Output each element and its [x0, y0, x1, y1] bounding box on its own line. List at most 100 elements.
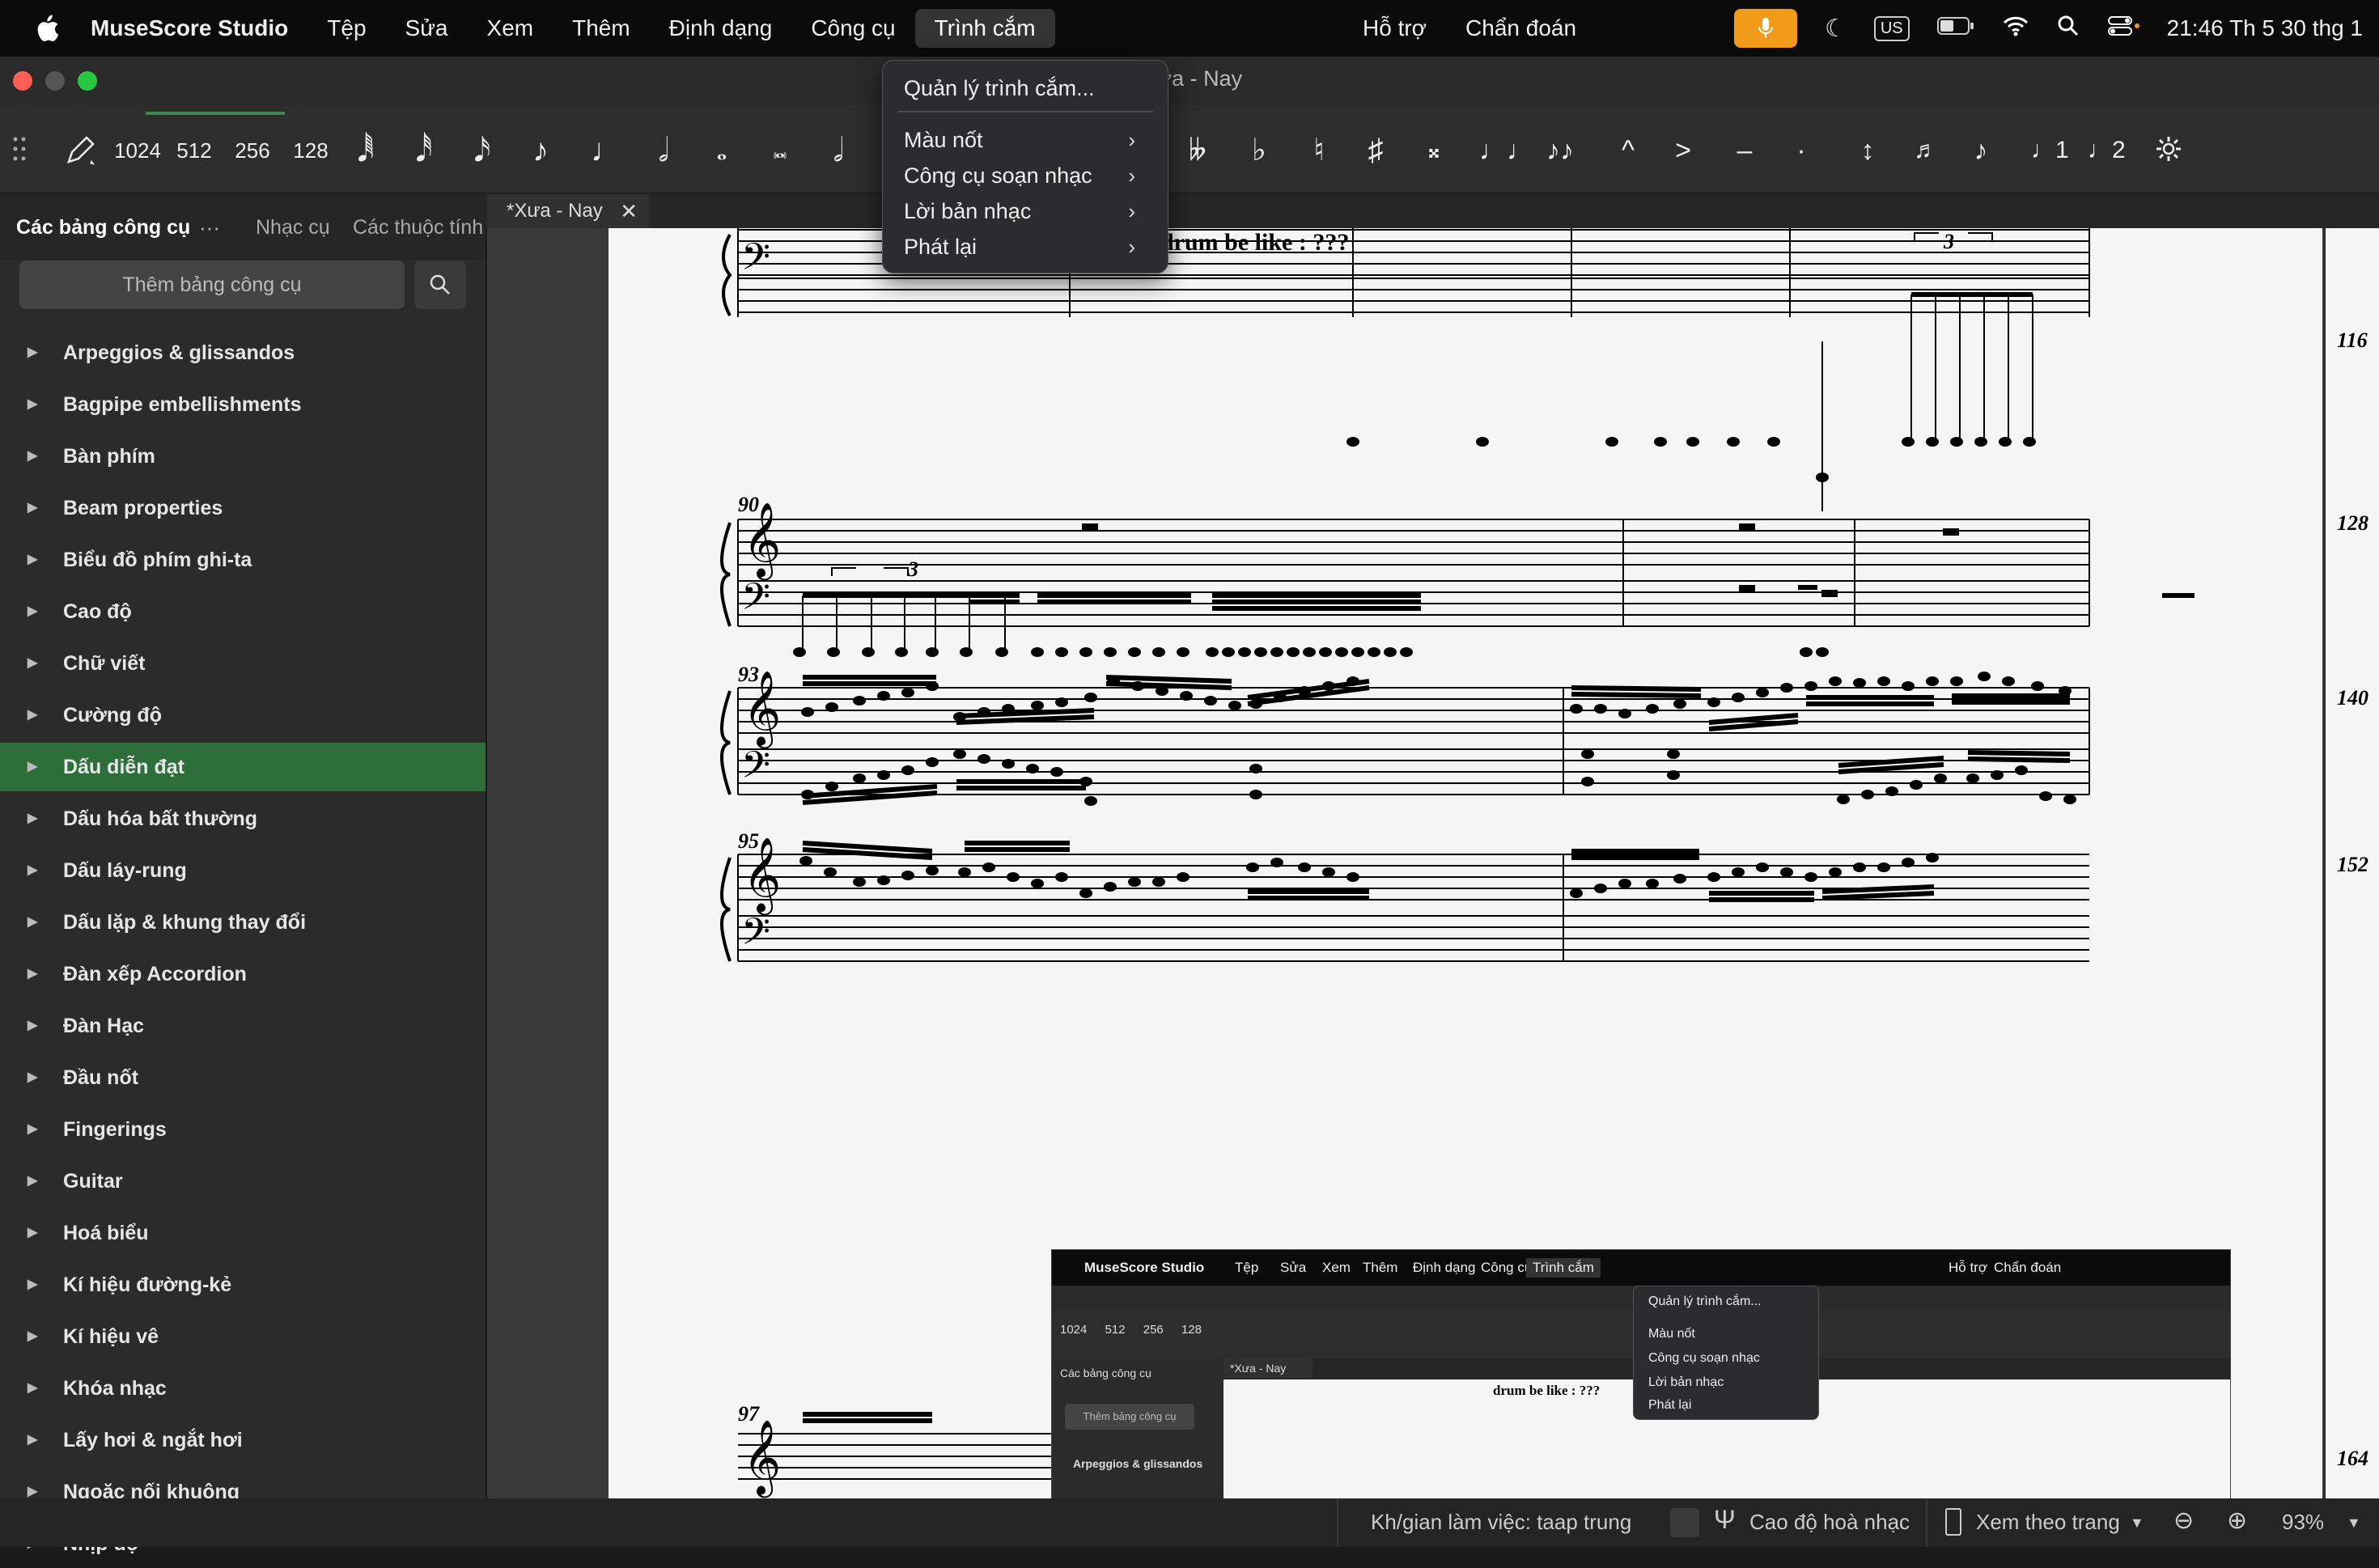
palette-item[interactable]: ▶ Đàn Hạc [0, 1002, 486, 1050]
palette-item[interactable]: ▶ Bàn phím [0, 432, 486, 481]
add-palette-button[interactable]: Thêm bảng công cụ [19, 261, 405, 309]
tab-instruments[interactable]: Nhạc cụ [256, 194, 333, 261]
palette-item[interactable]: ▶ Bagpipe embellishments [0, 380, 486, 429]
double-sharp-icon[interactable]: 𝄪 [1418, 134, 1450, 167]
palette-item[interactable]: ▶ Fingerings [0, 1105, 486, 1154]
expand-arrow-icon[interactable]: ▶ [28, 691, 37, 740]
menu-add[interactable]: Thêm [553, 9, 650, 48]
tab-document[interactable]: *Xưa - Nay ✕ [487, 194, 649, 228]
expand-arrow-icon[interactable]: ▶ [28, 639, 37, 688]
expand-arrow-icon[interactable]: ▶ [28, 587, 37, 636]
palette-item[interactable]: ▶ Biểu đồ phím ghi-ta [0, 536, 486, 584]
menu-help[interactable]: Hỗ trợ [1343, 9, 1446, 48]
double-flat-icon[interactable]: 𝄫 [1181, 134, 1214, 167]
duration-512-button[interactable]: 512 [173, 134, 215, 167]
control-center-icon[interactable] [2107, 15, 2139, 43]
expand-arrow-icon[interactable]: ▶ [28, 1261, 37, 1309]
quarter-note-icon[interactable]: ♩ [591, 134, 623, 167]
zoom-in-icon[interactable]: ⊕ [2227, 1507, 2247, 1535]
concert-pitch-label[interactable]: Cao độ hoà nhạc [1749, 1510, 1910, 1535]
flip-direction-icon[interactable]: ↕ [1851, 134, 1884, 167]
moon-icon[interactable]: ☾ [1825, 15, 1847, 43]
menu-file[interactable]: Tệp [307, 9, 385, 48]
palette-item[interactable]: ▶ Dấu diễn đạt [0, 743, 486, 791]
menu-view[interactable]: Xem [468, 9, 553, 48]
duration-128-button[interactable]: 128 [290, 134, 332, 167]
menu-app-name[interactable]: MuseScore Studio [71, 9, 307, 48]
expand-arrow-icon[interactable]: ▶ [28, 1364, 37, 1413]
view-mode-selector[interactable]: Xem theo trang [1976, 1510, 2120, 1535]
tenuto-icon[interactable]: – [1728, 134, 1761, 167]
whole-note-icon[interactable]: 𝅝 [706, 134, 738, 167]
expand-arrow-icon[interactable]: ▶ [28, 1157, 37, 1206]
palette-item[interactable]: ▶ Beam properties [0, 484, 486, 532]
eighth-note-icon[interactable]: ♪ [524, 134, 557, 167]
slur-icon[interactable]: ♪♪ [1534, 134, 1586, 167]
expand-arrow-icon[interactable]: ▶ [28, 1416, 37, 1464]
menu-item-note-color[interactable]: Màu nốt › [904, 124, 1155, 156]
tab-properties[interactable]: Các thuộc tính [353, 194, 484, 261]
palette-item[interactable]: ▶ Cường độ [0, 691, 486, 740]
palette-item[interactable]: ▶ Dấu hóa bất thường [0, 795, 486, 843]
palette-item[interactable]: ▶ Chữ viết [0, 639, 486, 688]
tie-icon[interactable]: ♩♩ [1479, 134, 1534, 167]
wifi-icon[interactable] [2002, 15, 2029, 42]
menu-item-lyrics[interactable]: Lời bản nhạc › [904, 195, 1155, 227]
expand-arrow-icon[interactable]: ▶ [28, 1105, 37, 1154]
augmentation-dot-icon[interactable]: 𝅗𝅥 [822, 134, 854, 167]
natural-icon[interactable]: ♮ [1303, 134, 1335, 167]
expand-arrow-icon[interactable]: ▶ [28, 1312, 37, 1361]
palette-item[interactable]: ▶ Guitar [0, 1157, 486, 1206]
expand-arrow-icon[interactable]: ▶ [28, 1002, 37, 1050]
sharp-icon[interactable]: ♯ [1359, 134, 1392, 167]
clock[interactable]: 21:46 Th 5 30 thg 1 [2167, 15, 2363, 41]
workspace-selector[interactable]: Kh/gian làm việc: taap trung [1371, 1510, 1631, 1535]
marcato-icon[interactable]: ^ [1612, 134, 1644, 167]
zoom-out-icon[interactable]: ⊖ [2173, 1507, 2194, 1535]
voice-1-icon[interactable]: ♩1 [2031, 134, 2069, 167]
half-note-icon[interactable]: 𝅗𝅥 [647, 134, 680, 167]
palettes-more-icon[interactable]: ··· [199, 194, 220, 261]
drag-handle-icon[interactable] [11, 134, 28, 167]
menu-item-composing-tools[interactable]: Công cụ soạn nhạc › [904, 159, 1155, 192]
breve-icon[interactable]: 𝅜 [764, 134, 796, 167]
zoom-chevron-down-icon[interactable]: ▼ [2347, 1515, 2361, 1532]
battery-icon[interactable] [1936, 15, 1974, 41]
palette-item[interactable]: ▶ Kí hiệu đường-kẻ [0, 1261, 486, 1309]
palette-item[interactable]: ▶ Kí hiệu vê [0, 1312, 486, 1361]
view-mode-chevron-down-icon[interactable]: ▼ [2130, 1515, 2144, 1532]
staccato-icon[interactable]: · [1785, 134, 1817, 167]
expand-arrow-icon[interactable]: ▶ [28, 536, 37, 584]
expand-arrow-icon[interactable]: ▶ [28, 1209, 37, 1257]
palette-item[interactable]: ▶ Khóa nhạc [0, 1364, 486, 1413]
grace-note-icon[interactable]: ♪ [1965, 134, 1997, 167]
close-window-button[interactable] [13, 71, 32, 91]
expand-arrow-icon[interactable]: ▶ [28, 1053, 37, 1102]
input-source-indicator[interactable]: US [1873, 15, 1910, 41]
thirty-second-note-icon[interactable]: 𝅘𝅥𝅰 [408, 134, 440, 167]
expand-arrow-icon[interactable]: ▶ [28, 432, 37, 481]
note-input-pencil-icon[interactable] [60, 134, 100, 167]
expand-arrow-icon[interactable]: ▶ [28, 950, 37, 998]
menu-tools[interactable]: Công cụ [791, 9, 914, 48]
menu-plugins[interactable]: Trình cắm [914, 9, 1055, 48]
palette-item[interactable]: ▶ Dấu lặp & khung thay đổi [0, 898, 486, 947]
zoom-window-button[interactable] [78, 71, 97, 91]
apple-icon[interactable] [23, 0, 71, 57]
palette-item[interactable]: ▶ Cao độ [0, 587, 486, 636]
palette-item[interactable]: ▶ Đàn xếp Accordion [0, 950, 486, 998]
sixteenth-note-icon[interactable]: 𝅘𝅥𝅯 [466, 134, 498, 167]
concert-pitch-checkbox[interactable] [1670, 1508, 1699, 1537]
voice-2-icon[interactable]: ♩2 [2088, 134, 2126, 167]
menu-item-manage-plugins[interactable]: Quản lý trình cắm... [904, 72, 1095, 104]
flat-icon[interactable]: ♭ [1243, 134, 1275, 167]
palette-item[interactable]: ▶ Hoá biểu [0, 1209, 486, 1257]
zoom-level[interactable]: 93% [2282, 1510, 2324, 1535]
palette-item[interactable]: ▶ Arpeggios & glissandos [0, 328, 486, 377]
palette-item[interactable]: ▶ Lấy hơi & ngắt hơi [0, 1416, 486, 1464]
expand-arrow-icon[interactable]: ▶ [28, 328, 37, 377]
menu-format[interactable]: Định dạng [650, 9, 792, 48]
palette-search-button[interactable] [414, 261, 466, 309]
staff-text-annotation[interactable]: drum be like : ??? [1160, 229, 1349, 256]
expand-arrow-icon[interactable]: ▶ [28, 898, 37, 947]
